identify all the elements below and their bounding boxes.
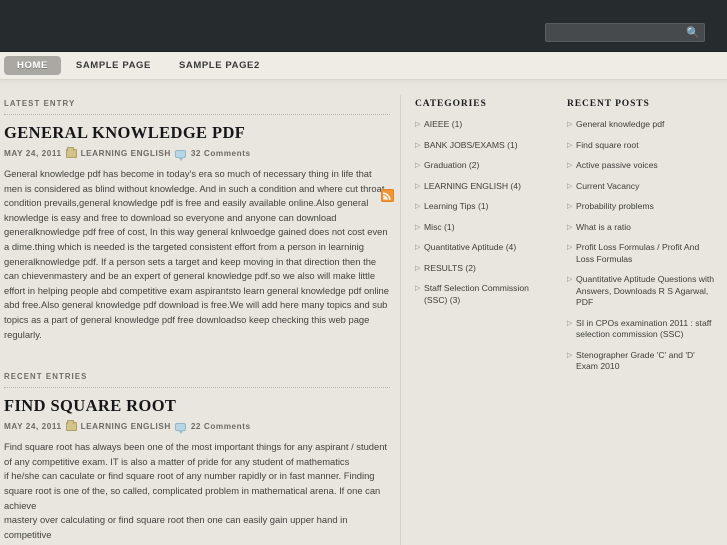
categories-widget: CATEGORIES ▷ AIEEE (1) ▷ BANK JOBS/EXAMS (… bbox=[401, 99, 553, 545]
recent-post-label: Find square root bbox=[576, 139, 639, 150]
post-title[interactable]: FIND SQUARE ROOT bbox=[4, 396, 390, 416]
post-body: Find square root has always been one of … bbox=[4, 441, 388, 545]
recent-post-label: Quantitative Aptitude Questions with Ans… bbox=[576, 274, 715, 307]
chevron-right-icon: ▷ bbox=[415, 162, 421, 169]
recent-post-label: Stenographer Grade 'C' and 'D' Exam 2010 bbox=[576, 349, 695, 372]
recent-entries-label: RECENT ENTRIES bbox=[4, 372, 88, 382]
list-item[interactable]: ▷ What is a ratio bbox=[567, 222, 719, 234]
list-item[interactable]: ▷ Misc (1) bbox=[415, 222, 545, 234]
recent-post-label: SI in CPOs examination 2011 : staff sele… bbox=[576, 317, 712, 340]
recent-post-label: Probability problems bbox=[576, 201, 654, 211]
post-title[interactable]: GENERAL KNOWLEDGE PDF bbox=[4, 123, 390, 143]
chevron-right-icon: ▷ bbox=[567, 162, 573, 169]
recent-posts-list: ▷ General knowledge pdf ▷ Find square root… bbox=[567, 119, 719, 373]
post-article: FIND SQUARE ROOT MAY 24, 2011 LEARNING E… bbox=[4, 396, 390, 545]
category-label: Learning Tips (1) bbox=[424, 201, 489, 211]
search-input[interactable] bbox=[546, 26, 704, 43]
main-navigation: HOME SAMPLE PAGE SAMPLE PAGE2 bbox=[0, 52, 727, 80]
chevron-right-icon: ▷ bbox=[415, 264, 421, 272]
category-label: Graduation (2) bbox=[424, 160, 480, 170]
list-item[interactable]: ▷ AIEEE (1) bbox=[415, 119, 545, 131]
post-category[interactable]: LEARNING ENGLISH bbox=[81, 422, 171, 431]
category-label: AIEEE (1) bbox=[424, 119, 463, 129]
list-item[interactable]: ▷ BANK JOBS/EXAMS (1) bbox=[415, 140, 545, 152]
list-item[interactable]: ▷ Graduation (2) bbox=[415, 160, 545, 172]
nav-item-home[interactable]: HOME bbox=[4, 56, 61, 75]
comment-bubble-icon bbox=[174, 149, 186, 161]
category-label: Quantitative Aptitude (4) bbox=[424, 242, 517, 252]
list-item[interactable]: ▷ Stenographer Grade 'C' and 'D' Exam 201… bbox=[567, 350, 719, 373]
chevron-right-icon: ▷ bbox=[567, 223, 573, 231]
recent-post-label: What is a ratio bbox=[576, 221, 631, 232]
list-item[interactable]: ▷ Active passive voices bbox=[567, 160, 719, 172]
list-item[interactable]: ▷ Find square root bbox=[567, 140, 719, 152]
chevron-right-icon: ▷ bbox=[567, 203, 573, 210]
page-body: LATEST ENTRY GENERAL KNOWLEDGE PDF MAY 2… bbox=[0, 85, 727, 545]
chevron-right-icon: ▷ bbox=[567, 276, 573, 283]
list-item[interactable]: ▷ Quantitative Aptitude (4) bbox=[415, 242, 545, 254]
post-body: General knowledge pdf has become in toda… bbox=[4, 168, 389, 340]
chevron-right-icon: ▷ bbox=[567, 351, 573, 359]
folder-icon bbox=[65, 147, 77, 158]
rss-icon[interactable] bbox=[381, 189, 394, 202]
category-label: LEARNING ENGLISH (4) bbox=[424, 180, 521, 191]
post-date: MAY 24, 2011 bbox=[4, 149, 62, 158]
latest-entry-label: LATEST ENTRY bbox=[4, 99, 76, 108]
list-item[interactable]: ▷ General knowledge pdf bbox=[567, 119, 719, 131]
list-item[interactable]: ▷ Probability problems bbox=[567, 201, 719, 213]
folder-icon bbox=[65, 420, 77, 432]
recent-posts-title: RECENT POSTS bbox=[567, 99, 650, 109]
post-article: GENERAL KNOWLEDGE PDF MAY 24, 2011 LEARN… bbox=[4, 123, 390, 342]
chevron-right-icon: ▷ bbox=[415, 203, 421, 210]
category-label: BANK JOBS/EXAMS (1) bbox=[424, 139, 518, 150]
chevron-right-icon: ▷ bbox=[415, 244, 421, 251]
post-category[interactable]: LEARNING ENGLISH bbox=[81, 149, 171, 158]
divider bbox=[4, 387, 390, 389]
search-icon[interactable]: 🔍 bbox=[686, 26, 700, 40]
category-label: RESULTS (2) bbox=[424, 262, 476, 273]
category-label: Staff Selection Commission (SSC) (3) bbox=[424, 283, 529, 305]
sidebar: CATEGORIES ▷ AIEEE (1) ▷ BANK JOBS/EXAMS (… bbox=[401, 99, 727, 545]
post-date: MAY 24, 2011 bbox=[4, 422, 62, 432]
list-item[interactable]: ▷ Learning Tips (1) bbox=[415, 201, 545, 213]
recent-post-label: Active passive voices bbox=[576, 160, 658, 170]
chevron-right-icon: ▷ bbox=[567, 244, 573, 251]
chevron-right-icon: ▷ bbox=[415, 223, 421, 231]
chevron-right-icon: ▷ bbox=[415, 141, 421, 149]
chevron-right-icon: ▷ bbox=[415, 285, 421, 292]
main-content: LATEST ENTRY GENERAL KNOWLEDGE PDF MAY 2… bbox=[0, 99, 400, 545]
list-item[interactable]: ▷ Quantitative Aptitude Questions with An… bbox=[567, 274, 719, 309]
recent-post-label: Profit Loss Formulas / Profit And Loss F… bbox=[576, 242, 700, 264]
list-item[interactable]: ▷ RESULTS (2) bbox=[415, 263, 545, 275]
post-comments-count[interactable]: 32 Comments bbox=[191, 149, 251, 158]
nav-item-sample-page[interactable]: SAMPLE PAGE bbox=[63, 56, 164, 75]
comment-bubble-icon bbox=[174, 422, 186, 434]
list-item[interactable]: ▷ SI in CPOs examination 2011 : staff sel… bbox=[567, 318, 719, 341]
list-item[interactable]: ▷ LEARNING ENGLISH (4) bbox=[415, 181, 545, 193]
site-header: 🔍 bbox=[0, 0, 727, 52]
search-box[interactable]: 🔍 bbox=[545, 23, 705, 43]
nav-item-sample-page2[interactable]: SAMPLE PAGE2 bbox=[166, 56, 273, 75]
list-item[interactable]: ▷ Current Vacancy bbox=[567, 181, 719, 193]
chevron-right-icon: ▷ bbox=[567, 319, 573, 327]
recent-post-label: General knowledge pdf bbox=[576, 119, 665, 129]
recent-post-label: Current Vacancy bbox=[576, 180, 640, 191]
chevron-right-icon: ▷ bbox=[415, 121, 421, 128]
list-item[interactable]: ▷ Profit Loss Formulas / Profit And Loss … bbox=[567, 242, 719, 265]
recent-posts-widget: RECENT POSTS ▷ General knowledge pdf ▷ Fin… bbox=[553, 99, 727, 545]
list-item[interactable]: ▷ Staff Selection Commission (SSC) (3) bbox=[415, 283, 545, 306]
chevron-right-icon: ▷ bbox=[415, 182, 421, 190]
chevron-right-icon: ▷ bbox=[567, 121, 573, 128]
divider bbox=[4, 114, 390, 115]
category-label: Misc (1) bbox=[424, 221, 455, 232]
chevron-right-icon: ▷ bbox=[567, 141, 573, 149]
categories-title: CATEGORIES bbox=[415, 99, 487, 109]
post-meta: MAY 24, 2011 LEARNING ENGLISH 32 Comment… bbox=[4, 147, 390, 161]
chevron-right-icon: ▷ bbox=[567, 182, 573, 190]
post-meta: MAY 24, 2011 LEARNING ENGLISH 22 Comment… bbox=[4, 420, 390, 434]
categories-list: ▷ AIEEE (1) ▷ BANK JOBS/EXAMS (1) ▷ Graduat… bbox=[415, 119, 545, 306]
post-comments-count[interactable]: 22 Comments bbox=[191, 422, 251, 431]
